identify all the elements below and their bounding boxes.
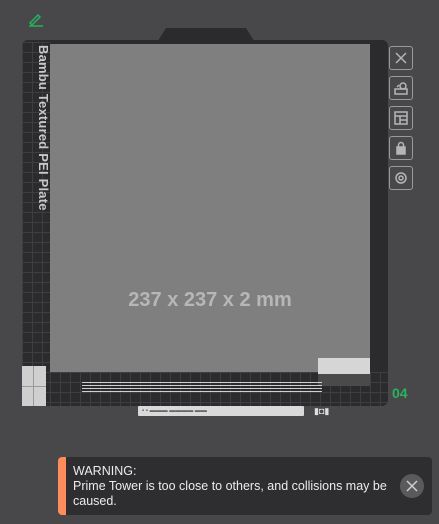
lock-icon (396, 141, 406, 155)
build-plate[interactable]: 237 x 237 x 2 mm Bambu Textured PEI Plat… (22, 28, 388, 420)
arrange-button[interactable] (389, 76, 413, 100)
plate-qr-strip: ▪ ▪ ▬▬▬ ▬▬▬▬ ▬▬ (138, 406, 304, 416)
plate-bottom-lines (82, 382, 322, 396)
warning-close-button[interactable] (400, 474, 424, 498)
plate-settings-button[interactable] (389, 106, 413, 130)
warning-accent-bar (58, 457, 66, 515)
plate-type-label: Bambu Textured PEI Plate (36, 45, 51, 211)
edit-plate-name-icon[interactable] (27, 10, 45, 28)
plate-surface: 237 x 237 x 2 mm (50, 44, 370, 372)
plate-corner-marker (22, 366, 46, 406)
warning-notification: WARNING: Prime Tower is too close to oth… (58, 457, 432, 515)
plate-dimensions: 237 x 237 x 2 mm (128, 289, 292, 311)
warning-title: WARNING: (73, 464, 137, 478)
plate-strip-icons: ▮◘▮ (314, 406, 330, 416)
settings-icon (395, 172, 407, 184)
layout-icon (394, 111, 408, 125)
prime-tower[interactable] (318, 358, 370, 386)
plate-options-button[interactable] (389, 166, 413, 190)
arrange-icon (394, 82, 408, 95)
delete-plate-button[interactable] (389, 46, 413, 70)
plate-toolbar (389, 46, 413, 196)
close-icon (395, 52, 407, 64)
warning-message: Prime Tower is too close to others, and … (73, 479, 387, 508)
lock-plate-button[interactable] (389, 136, 413, 160)
plate-index: 04 (392, 385, 408, 401)
close-icon (406, 480, 418, 492)
warning-text: WARNING: Prime Tower is too close to oth… (73, 464, 393, 509)
